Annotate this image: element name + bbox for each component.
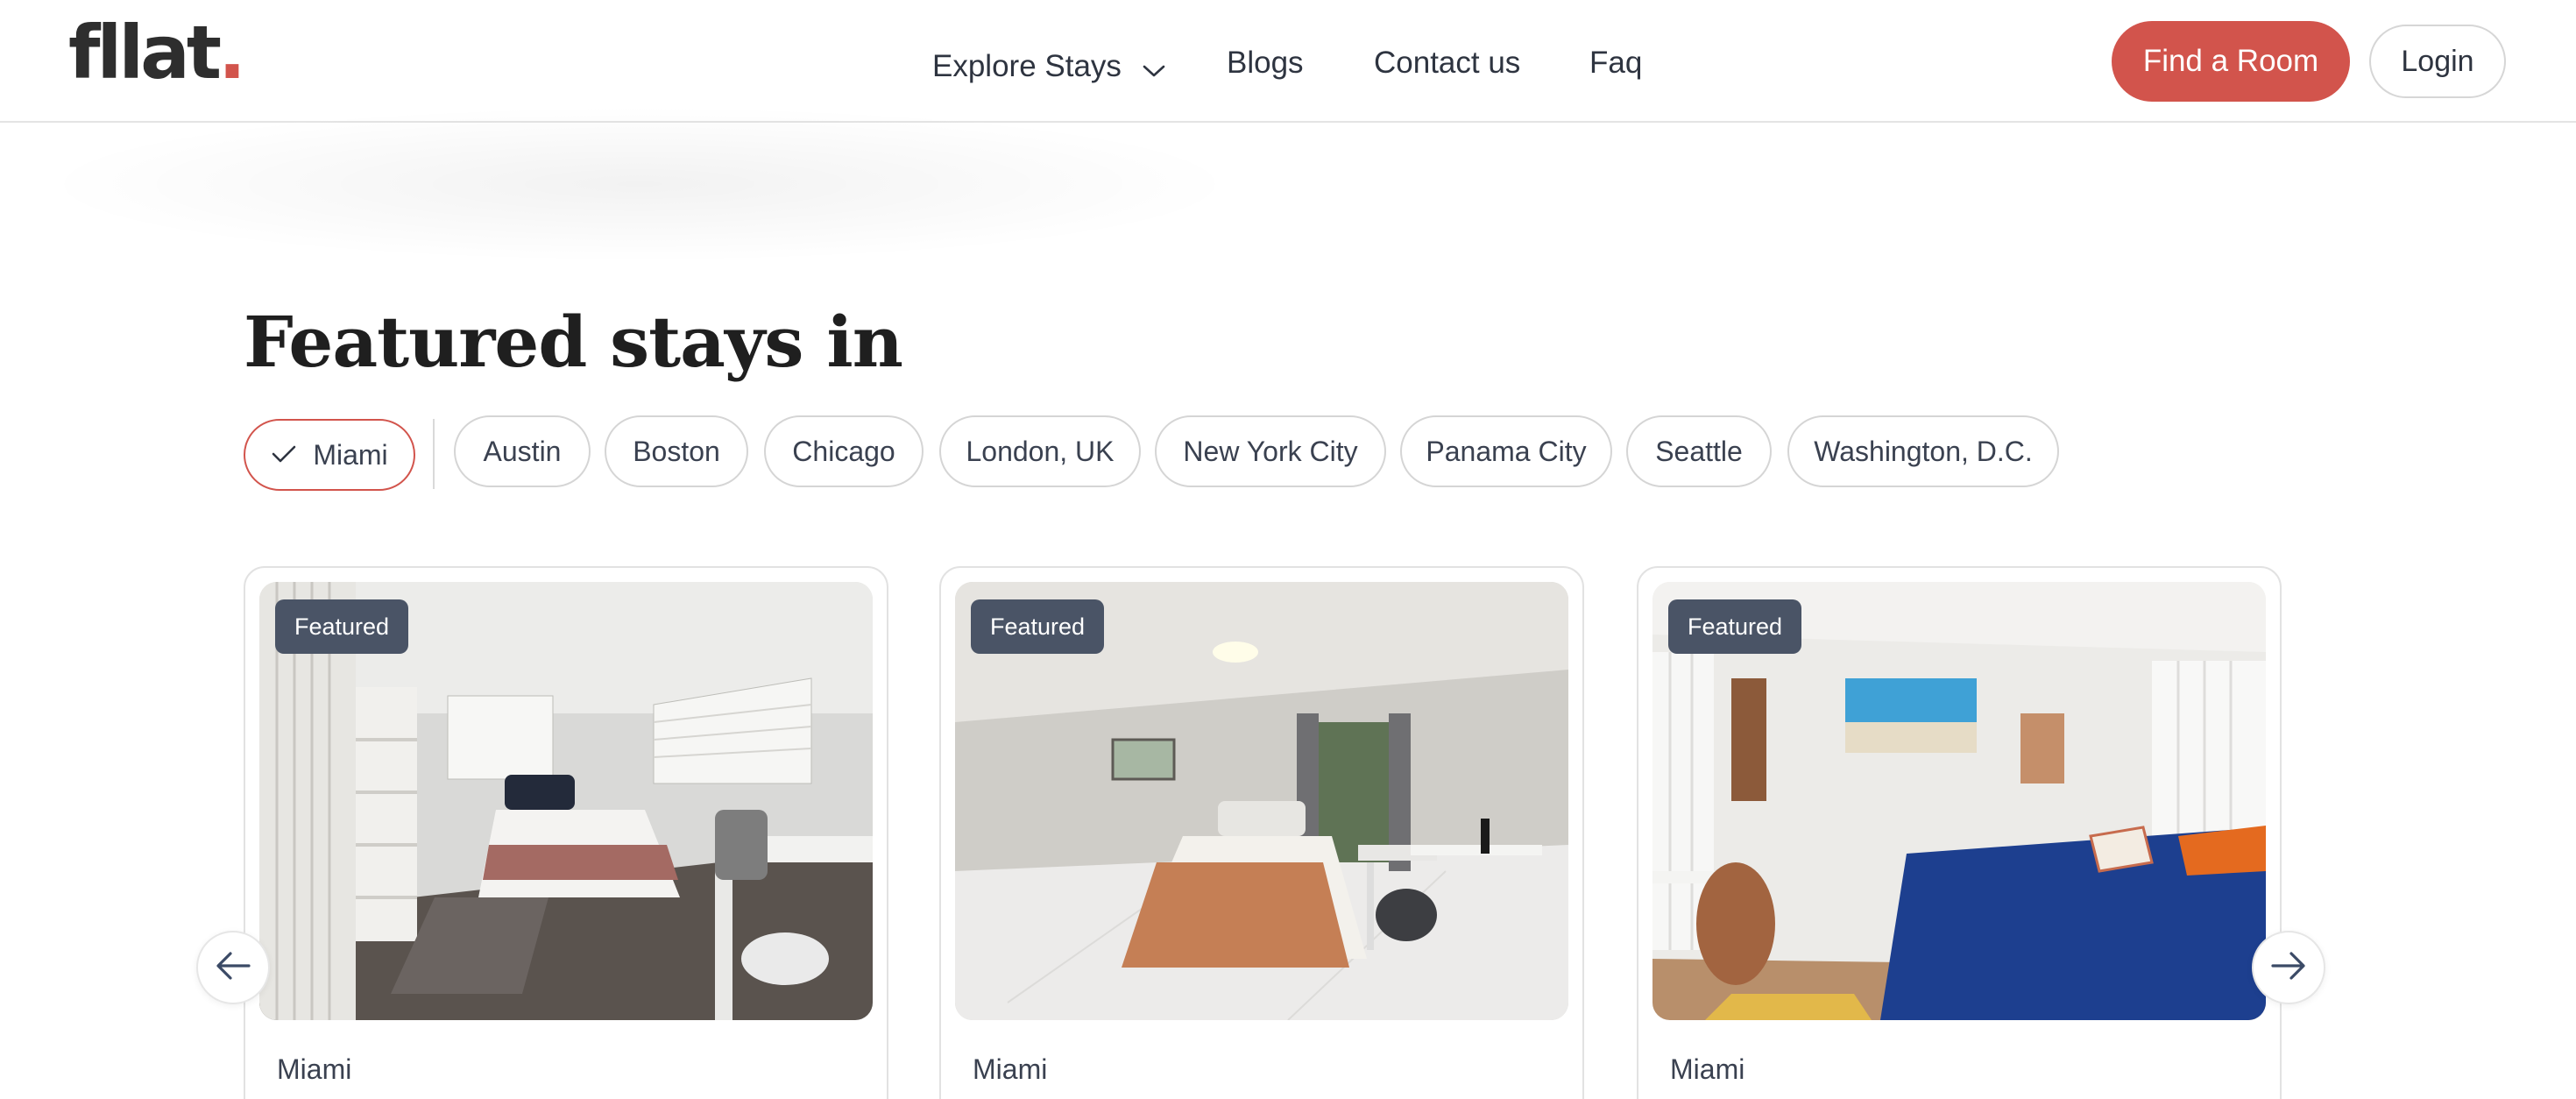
chip-label: Miami <box>313 438 388 471</box>
section-title: Featured stays in <box>244 301 903 383</box>
card-city: Miami <box>1670 1053 1745 1085</box>
chip-boston[interactable]: Boston <box>605 415 748 487</box>
chip-new-york-city[interactable]: New York City <box>1155 415 1386 487</box>
chip-washington-dc[interactable]: Washington, D.C. <box>1787 415 2059 487</box>
stay-card[interactable]: Featured Miami <box>1637 566 2282 1099</box>
city-filter-chips: Miami Austin Boston Chicago London, UK N… <box>244 415 2346 491</box>
featured-badge: Featured <box>275 599 409 654</box>
site-header: fllat. Explore Stays Blogs Contact us Fa… <box>0 0 2576 123</box>
check-icon <box>271 439 297 472</box>
chip-divider <box>433 419 435 489</box>
stay-card[interactable]: Featured Miami <box>939 566 1584 1099</box>
arrow-left-icon <box>216 951 251 985</box>
nav-explore-stays-label: Explore Stays <box>932 49 1122 83</box>
arrow-right-icon <box>2271 951 2306 985</box>
carousel-prev-button[interactable] <box>196 931 270 1004</box>
nav-explore-stays[interactable]: Explore Stays <box>932 42 1165 93</box>
card-city: Miami <box>973 1053 1048 1085</box>
login-button[interactable]: Login <box>2369 25 2506 98</box>
featured-badge: Featured <box>971 599 1105 654</box>
carousel-next-button[interactable] <box>2252 931 2325 1004</box>
chip-panama-city[interactable]: Panama City <box>1400 415 1612 487</box>
chip-miami[interactable]: Miami <box>244 419 415 491</box>
card-city: Miami <box>277 1053 352 1085</box>
chip-chicago[interactable]: Chicago <box>764 415 924 487</box>
nav-faq[interactable]: Faq <box>1589 39 1642 88</box>
chip-london[interactable]: London, UK <box>939 415 1141 487</box>
room-photo[interactable]: Featured <box>1652 582 2266 1020</box>
chip-seattle[interactable]: Seattle <box>1626 415 1772 487</box>
nav-contact-us[interactable]: Contact us <box>1374 39 1520 88</box>
featured-badge: Featured <box>1668 599 1802 654</box>
find-a-room-button[interactable]: Find a Room <box>2112 21 2350 102</box>
room-photo[interactable]: Featured <box>955 582 1568 1020</box>
nav-blogs[interactable]: Blogs <box>1227 39 1304 88</box>
room-photo[interactable]: Featured <box>259 582 873 1020</box>
chip-austin[interactable]: Austin <box>454 415 591 487</box>
stay-card[interactable]: Featured Miami <box>244 566 888 1099</box>
decorative-glow <box>35 105 1244 263</box>
chevron-down-icon <box>1143 44 1165 93</box>
